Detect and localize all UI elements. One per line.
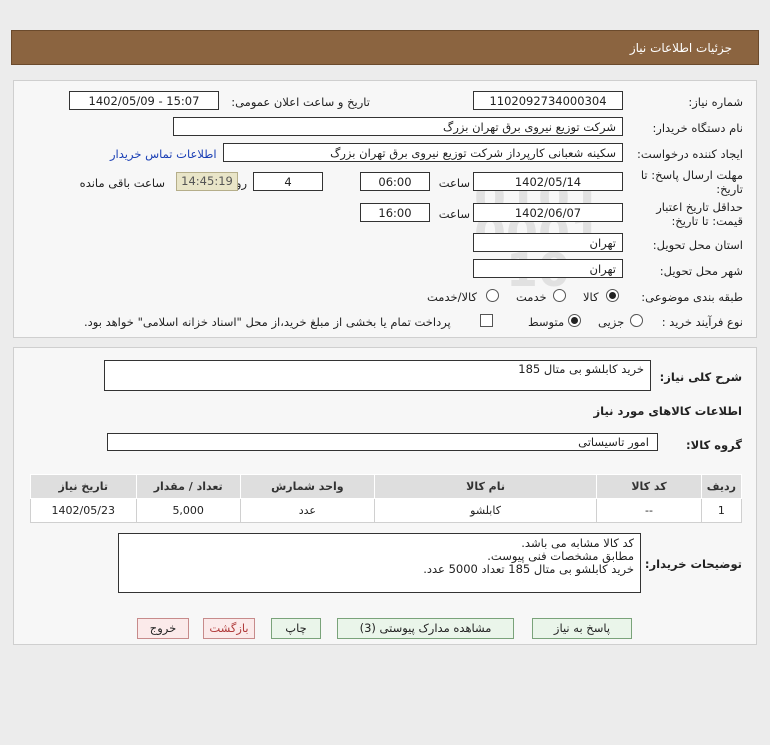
- category-label: طبقه بندی موضوعی:: [641, 290, 743, 304]
- cell-code: --: [596, 498, 702, 523]
- city-label: شهر محل تحویل:: [659, 264, 743, 278]
- process-radio-minor[interactable]: [630, 314, 643, 327]
- deadline-date-field: 1402/05/14: [473, 172, 623, 191]
- category-radio-goods-service[interactable]: [486, 289, 499, 302]
- buyer-org-label: نام دستگاه خریدار:: [652, 121, 743, 135]
- contact-info-link[interactable]: اطلاعات تماس خریدار: [110, 147, 217, 161]
- summary-label: شرح کلی نیاز:: [659, 370, 742, 384]
- need-number-field: 1102092734000304: [473, 91, 623, 110]
- category-radio-goods[interactable]: [606, 289, 619, 302]
- deadline-label: مهلت ارسال پاسخ: تا تاریخ:: [641, 168, 743, 196]
- remaining-time-field: 14:45:19: [176, 172, 238, 191]
- announce-field: 1402/05/09 - 15:07: [69, 91, 219, 110]
- back-button[interactable]: بازگشت: [203, 618, 255, 639]
- summary-text: خرید کابلشو بی متال 185: [518, 362, 644, 376]
- need-number-label: شماره نیاز:: [688, 95, 743, 109]
- table-row: 1 -- کابلشو عدد 5,000 1402/05/23: [30, 498, 743, 523]
- province-field: تهران: [473, 233, 623, 252]
- process-medium-label: متوسط: [528, 315, 565, 329]
- deadline-time-label: ساعت: [438, 176, 470, 190]
- validity-label-line2: قیمت: تا تاریخ:: [671, 214, 743, 228]
- days-field: 4: [253, 172, 323, 191]
- category-service-label: خدمت: [516, 290, 547, 304]
- buyer-notes-label: توضیحات خریدار:: [644, 557, 742, 571]
- category-goods-service-label: کالا/خدمت: [427, 290, 478, 304]
- reply-button[interactable]: پاسخ به نیاز: [532, 618, 632, 639]
- col-name: نام کالا: [373, 474, 598, 499]
- deadline-time-field: 06:00: [360, 172, 430, 191]
- deadline-label-line1: مهلت ارسال پاسخ: تا: [640, 168, 743, 182]
- creator-field: سکینه شعبانی کارپرداز شرکت توزیع نیروی ب…: [223, 143, 623, 162]
- treasury-payment-note: پرداخت تمام یا بخشی از مبلغ خرید،از محل …: [84, 315, 451, 329]
- city-field: تهران: [473, 259, 623, 278]
- goods-group-field: امور تاسیساتی: [107, 433, 658, 451]
- cell-name: کابلشو: [373, 498, 598, 523]
- buyer-notes-field: کد کالا مشابه می باشد. مطابق مشخصات فنی …: [118, 533, 641, 593]
- process-label: نوع فرآیند خرید :: [661, 315, 743, 329]
- cell-unit: عدد: [239, 498, 375, 523]
- goods-table: ردیف کد کالا نام کالا واحد شمارش تعداد /…: [30, 474, 743, 523]
- announce-label: تاریخ و ساعت اعلان عمومی:: [231, 95, 370, 109]
- goods-table-header: ردیف کد کالا نام کالا واحد شمارش تعداد /…: [30, 474, 743, 499]
- process-radio-medium[interactable]: [568, 314, 581, 327]
- cell-quantity: 5,000: [135, 498, 241, 523]
- process-minor-label: جزیی: [598, 315, 625, 329]
- province-label: استان محل تحویل:: [652, 238, 743, 252]
- deadline-label-line2: تاریخ:: [716, 182, 743, 196]
- remaining-label: ساعت باقی مانده: [79, 176, 165, 190]
- col-code: کد کالا: [596, 474, 702, 499]
- buyer-org-field: شرکت توزیع نیروی برق تهران بزرگ: [173, 117, 623, 136]
- print-button[interactable]: چاپ: [271, 618, 321, 639]
- validity-label: حداقل تاریخ اعتبار قیمت: تا تاریخ:: [656, 200, 743, 228]
- summary-field: خرید کابلشو بی متال 185: [104, 360, 651, 391]
- col-quantity: تعداد / مقدار: [135, 474, 241, 499]
- col-row: ردیف: [700, 474, 743, 499]
- col-unit: واحد شمارش: [239, 474, 375, 499]
- creator-label: ایجاد کننده درخواست:: [637, 147, 743, 161]
- treasury-payment-checkbox[interactable]: [480, 314, 493, 327]
- validity-date-field: 1402/06/07: [473, 203, 623, 222]
- exit-button[interactable]: خروج: [137, 618, 189, 639]
- page-header: جزئیات اطلاعات نیاز: [11, 30, 759, 65]
- goods-section-title: اطلاعات کالاهای مورد نیاز: [593, 404, 742, 418]
- category-radio-service[interactable]: [553, 289, 566, 302]
- attachments-button[interactable]: مشاهده مدارک پیوستی (3): [337, 618, 514, 639]
- col-date: تاریخ نیاز: [30, 474, 137, 499]
- validity-label-line1: حداقل تاریخ اعتبار: [656, 200, 743, 214]
- goods-group-label: گروه کالا:: [686, 438, 742, 452]
- cell-date: 1402/05/23: [30, 498, 137, 523]
- validity-time-field: 16:00: [360, 203, 430, 222]
- cell-row: 1: [700, 498, 743, 523]
- page-title: جزئیات اطلاعات نیاز: [629, 41, 732, 55]
- validity-time-label: ساعت: [438, 207, 470, 221]
- category-goods-label: کالا: [583, 290, 599, 304]
